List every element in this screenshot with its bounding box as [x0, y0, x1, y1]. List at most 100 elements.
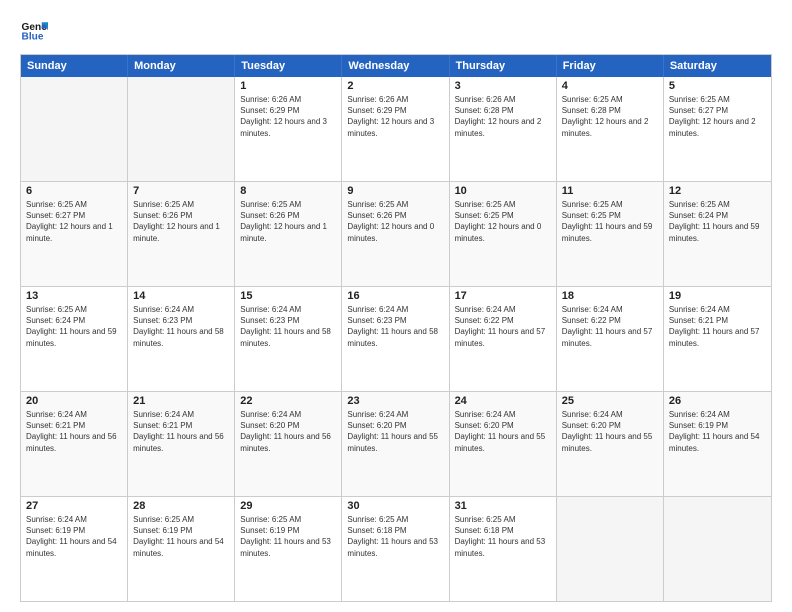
day-info: Sunrise: 6:24 AM Sunset: 6:23 PM Dayligh… [133, 304, 229, 349]
day-number: 30 [347, 500, 443, 512]
day-number: 6 [26, 185, 122, 197]
day-cell-13: 13 Sunrise: 6:25 AM Sunset: 6:24 PM Dayli… [21, 287, 128, 391]
day-cell-14: 14Sunrise: 6:24 AM Sunset: 6:23 PM Dayli… [128, 287, 235, 391]
day-info: Sunrise: 6:25 AM Sunset: 6:27 PM Dayligh… [26, 199, 122, 244]
day-cell-28: 28 Sunrise: 6:25 AM Sunset: 6:19 PM Dayli… [128, 497, 235, 601]
day-cell-2: 2 Sunrise: 6:26 AM Sunset: 6:29 PM Daylig… [342, 77, 449, 181]
day-number: 24 [455, 395, 551, 407]
calendar-body: 1 Sunrise: 6:26 AM Sunset: 6:29 PM Daylig… [21, 77, 771, 601]
day-info: Sunrise: 6:24 AM Sunset: 6:20 PM Dayligh… [240, 409, 336, 454]
day-number: 9 [347, 185, 443, 197]
day-info: Sunrise: 6:25 AM Sunset: 6:28 PM Dayligh… [562, 94, 658, 139]
day-number: 28 [133, 500, 229, 512]
day-info: Sunrise: 6:25 AM Sunset: 6:26 PM Dayligh… [133, 199, 229, 244]
calendar-header: SundayMondayTuesdayWednesdayThursdayFrid… [21, 55, 771, 77]
day-cell-19: 19Sunrise: 6:24 AM Sunset: 6:21 PM Dayli… [664, 287, 771, 391]
day-cell-23: 23 Sunrise: 6:24 AM Sunset: 6:20 PM Dayli… [342, 392, 449, 496]
day-cell-15: 15 Sunrise: 6:24 AM Sunset: 6:23 PM Dayli… [235, 287, 342, 391]
calendar: SundayMondayTuesdayWednesdayThursdayFrid… [20, 54, 772, 602]
weekday-header-wednesday: Wednesday [342, 55, 449, 77]
day-info: Sunrise: 6:24 AM Sunset: 6:23 PM Dayligh… [240, 304, 336, 349]
day-cell-22: 22 Sunrise: 6:24 AM Sunset: 6:20 PM Dayli… [235, 392, 342, 496]
day-number: 5 [669, 80, 766, 92]
day-info: Sunrise: 6:24 AM Sunset: 6:21 PM Dayligh… [133, 409, 229, 454]
day-info: Sunrise: 6:24 AM Sunset: 6:20 PM Dayligh… [455, 409, 551, 454]
day-cell-21: 21Sunrise: 6:24 AM Sunset: 6:21 PM Dayli… [128, 392, 235, 496]
empty-cell [557, 497, 664, 601]
day-cell-31: 31Sunrise: 6:25 AM Sunset: 6:18 PM Dayli… [450, 497, 557, 601]
day-number: 13 [26, 290, 122, 302]
day-info: Sunrise: 6:25 AM Sunset: 6:18 PM Dayligh… [347, 514, 443, 559]
day-cell-1: 1 Sunrise: 6:26 AM Sunset: 6:29 PM Daylig… [235, 77, 342, 181]
day-info: Sunrise: 6:25 AM Sunset: 6:19 PM Dayligh… [240, 514, 336, 559]
day-number: 2 [347, 80, 443, 92]
day-info: Sunrise: 6:24 AM Sunset: 6:21 PM Dayligh… [669, 304, 766, 349]
day-cell-5: 5 Sunrise: 6:25 AM Sunset: 6:27 PM Daylig… [664, 77, 771, 181]
day-info: Sunrise: 6:25 AM Sunset: 6:24 PM Dayligh… [26, 304, 122, 349]
weekday-header-thursday: Thursday [450, 55, 557, 77]
calendar-row-1: 1 Sunrise: 6:26 AM Sunset: 6:29 PM Daylig… [21, 77, 771, 181]
day-cell-16: 16 Sunrise: 6:24 AM Sunset: 6:23 PM Dayli… [342, 287, 449, 391]
logo-icon: General Blue [20, 16, 48, 44]
day-number: 7 [133, 185, 229, 197]
day-number: 4 [562, 80, 658, 92]
day-info: Sunrise: 6:26 AM Sunset: 6:29 PM Dayligh… [240, 94, 336, 139]
day-number: 15 [240, 290, 336, 302]
weekday-header-friday: Friday [557, 55, 664, 77]
day-info: Sunrise: 6:24 AM Sunset: 6:23 PM Dayligh… [347, 304, 443, 349]
day-number: 18 [562, 290, 658, 302]
day-info: Sunrise: 6:26 AM Sunset: 6:28 PM Dayligh… [455, 94, 551, 139]
svg-text:Blue: Blue [22, 31, 44, 42]
day-cell-10: 10Sunrise: 6:25 AM Sunset: 6:25 PM Dayli… [450, 182, 557, 286]
day-cell-9: 9 Sunrise: 6:25 AM Sunset: 6:26 PM Daylig… [342, 182, 449, 286]
day-cell-12: 12Sunrise: 6:25 AM Sunset: 6:24 PM Dayli… [664, 182, 771, 286]
day-info: Sunrise: 6:24 AM Sunset: 6:21 PM Dayligh… [26, 409, 122, 454]
day-number: 22 [240, 395, 336, 407]
weekday-header-tuesday: Tuesday [235, 55, 342, 77]
day-number: 27 [26, 500, 122, 512]
day-info: Sunrise: 6:24 AM Sunset: 6:22 PM Dayligh… [562, 304, 658, 349]
day-info: Sunrise: 6:25 AM Sunset: 6:26 PM Dayligh… [347, 199, 443, 244]
day-cell-18: 18 Sunrise: 6:24 AM Sunset: 6:22 PM Dayli… [557, 287, 664, 391]
day-cell-11: 11 Sunrise: 6:25 AM Sunset: 6:25 PM Dayli… [557, 182, 664, 286]
day-cell-24: 24 Sunrise: 6:24 AM Sunset: 6:20 PM Dayli… [450, 392, 557, 496]
day-info: Sunrise: 6:25 AM Sunset: 6:27 PM Dayligh… [669, 94, 766, 139]
day-number: 23 [347, 395, 443, 407]
weekday-header-saturday: Saturday [664, 55, 771, 77]
empty-cell [21, 77, 128, 181]
day-info: Sunrise: 6:25 AM Sunset: 6:19 PM Dayligh… [133, 514, 229, 559]
day-cell-20: 20 Sunrise: 6:24 AM Sunset: 6:21 PM Dayli… [21, 392, 128, 496]
day-info: Sunrise: 6:24 AM Sunset: 6:19 PM Dayligh… [26, 514, 122, 559]
weekday-header-sunday: Sunday [21, 55, 128, 77]
day-cell-25: 25Sunrise: 6:24 AM Sunset: 6:20 PM Dayli… [557, 392, 664, 496]
day-number: 16 [347, 290, 443, 302]
day-info: Sunrise: 6:26 AM Sunset: 6:29 PM Dayligh… [347, 94, 443, 139]
day-cell-3: 3 Sunrise: 6:26 AM Sunset: 6:28 PM Daylig… [450, 77, 557, 181]
day-number: 26 [669, 395, 766, 407]
day-number: 31 [455, 500, 551, 512]
calendar-row-3: 13 Sunrise: 6:25 AM Sunset: 6:24 PM Dayli… [21, 286, 771, 391]
day-number: 20 [26, 395, 122, 407]
day-number: 29 [240, 500, 336, 512]
day-info: Sunrise: 6:25 AM Sunset: 6:26 PM Dayligh… [240, 199, 336, 244]
empty-cell [664, 497, 771, 601]
day-number: 11 [562, 185, 658, 197]
day-cell-6: 6 Sunrise: 6:25 AM Sunset: 6:27 PM Daylig… [21, 182, 128, 286]
day-number: 3 [455, 80, 551, 92]
day-info: Sunrise: 6:24 AM Sunset: 6:22 PM Dayligh… [455, 304, 551, 349]
calendar-row-4: 20 Sunrise: 6:24 AM Sunset: 6:21 PM Dayli… [21, 391, 771, 496]
day-info: Sunrise: 6:24 AM Sunset: 6:20 PM Dayligh… [347, 409, 443, 454]
day-cell-17: 17 Sunrise: 6:24 AM Sunset: 6:22 PM Dayli… [450, 287, 557, 391]
calendar-row-5: 27 Sunrise: 6:24 AM Sunset: 6:19 PM Dayli… [21, 496, 771, 601]
day-number: 12 [669, 185, 766, 197]
day-cell-8: 8Sunrise: 6:25 AM Sunset: 6:26 PM Daylig… [235, 182, 342, 286]
day-number: 10 [455, 185, 551, 197]
day-cell-30: 30 Sunrise: 6:25 AM Sunset: 6:18 PM Dayli… [342, 497, 449, 601]
day-cell-4: 4 Sunrise: 6:25 AM Sunset: 6:28 PM Daylig… [557, 77, 664, 181]
calendar-row-2: 6 Sunrise: 6:25 AM Sunset: 6:27 PM Daylig… [21, 181, 771, 286]
day-info: Sunrise: 6:25 AM Sunset: 6:25 PM Dayligh… [562, 199, 658, 244]
day-info: Sunrise: 6:24 AM Sunset: 6:19 PM Dayligh… [669, 409, 766, 454]
day-number: 17 [455, 290, 551, 302]
day-cell-26: 26 Sunrise: 6:24 AM Sunset: 6:19 PM Dayli… [664, 392, 771, 496]
day-number: 1 [240, 80, 336, 92]
